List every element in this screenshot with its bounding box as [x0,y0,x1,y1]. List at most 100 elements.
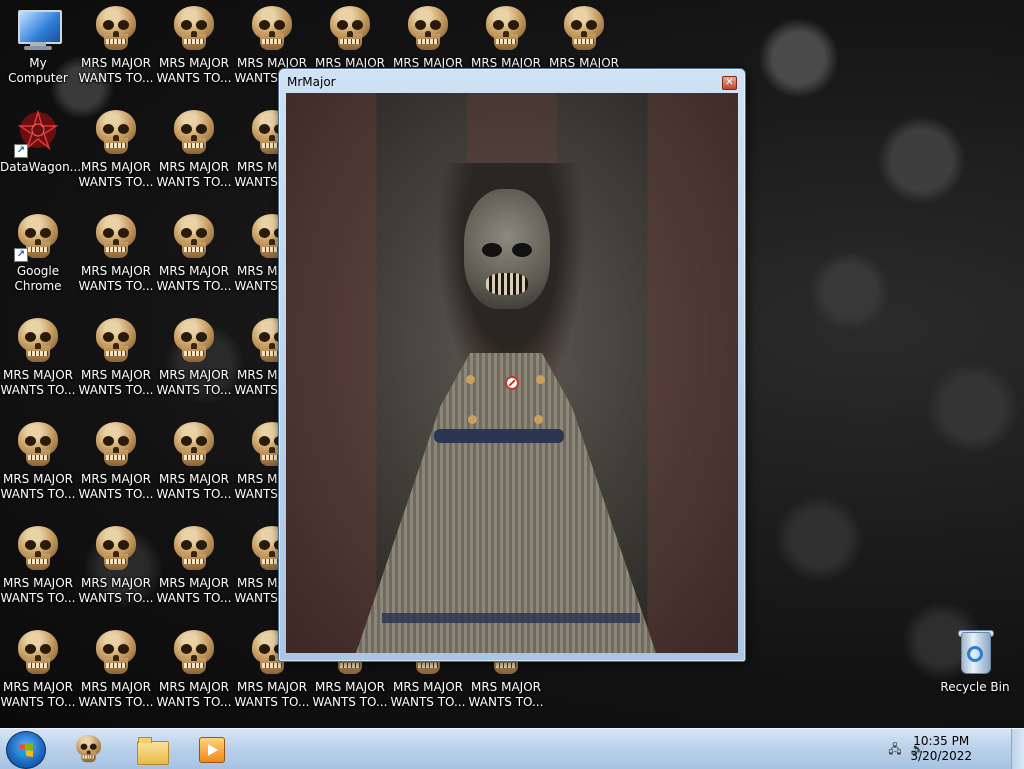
mrs-major-icon[interactable]: MRS MAJOR WANTS TO... [0,312,76,412]
show-desktop-button[interactable] [1011,729,1024,769]
icon-label: Google Chrome [14,264,62,293]
mrs-major-icon[interactable]: MRS MAJOR WANTS TO... [0,416,76,516]
mrs-major-icon[interactable]: MRS MAJOR WANTS TO... [156,624,232,724]
mrs-major-icon[interactable]: MRS MAJOR WANTS TO... [156,520,232,620]
skull-icon [16,318,60,364]
doll-eye [512,243,532,257]
icon-label: MRS MAJOR WANTS TO... [156,368,232,397]
doll-dress [356,353,656,653]
shortcut-arrow-icon: ↗ [14,248,28,262]
skull-icon [562,6,606,52]
skull-icon [172,422,216,468]
icon-label: DataWagon... [0,160,82,174]
no-entry-icon [505,376,519,390]
icon-label: My Computer [8,56,68,85]
skull-icon [172,630,216,676]
skull-icon [94,318,138,364]
icon-label: MRS MAJOR WANTS TO... [78,56,154,85]
icon-label: MRS MAJOR WANTS TO... [156,472,232,501]
taskbar-mrmajor-button[interactable] [62,731,116,767]
windows-logo-icon [19,743,33,757]
doll-eye [482,243,502,257]
mrs-major-icon[interactable]: MRS MAJOR WANTS TO... [78,0,154,100]
icon-label: MRS MAJOR WANTS TO... [156,680,232,709]
icon-label: MRS MAJOR WANTS TO... [312,680,388,709]
icon-label: MRS MAJOR WANTS TO... [234,680,310,709]
skull-icon [94,6,138,52]
skull-icon [172,526,216,572]
mrs-major-icon[interactable]: MRS MAJOR WANTS TO... [78,312,154,412]
skull-icon [94,422,138,468]
icon-label: MRS MAJOR WANTS TO... [78,472,154,501]
window-image [286,93,738,653]
skull-icon [16,630,60,676]
skull-icon [172,318,216,364]
doll-mouth [486,273,528,295]
window-title: MrMajor [287,75,336,89]
system-tray: 🖧 🔊 10:35 PM 3/20/2022 [874,729,1024,769]
mrs-major-icon[interactable]: MRS MAJOR WANTS TO... [156,416,232,516]
clock-date: 3/20/2022 [910,749,972,763]
mrs-major-icon[interactable]: MRS MAJOR WANTS TO... [78,520,154,620]
dress-hem-band [382,613,640,623]
skull-icon [406,6,450,52]
icon-label: Recycle Bin [940,680,1010,694]
dress-button [534,415,543,424]
skull-icon: ↗ [14,214,60,262]
folder-icon [137,735,169,765]
icon-label: MRS MAJOR WANTS TO... [0,680,76,709]
mrs-major-icon[interactable]: MRS MAJOR WANTS TO... [156,0,232,100]
dress-bow [434,429,564,443]
dress-button [468,415,477,424]
dress-button [536,375,545,384]
skull-icon [16,526,60,572]
icon-label: MRS MAJOR WANTS TO... [156,576,232,605]
google-chrome-shortcut[interactable]: ↗ Google Chrome [0,208,76,308]
mrs-major-icon[interactable]: MRS MAJOR WANTS TO... [78,104,154,204]
start-button[interactable] [6,731,46,769]
skull-icon [94,630,138,676]
icon-label: MRS MAJOR WANTS TO... [78,368,154,397]
mrs-major-icon[interactable]: MRS MAJOR WANTS TO... [156,104,232,204]
shortcut-arrow-icon: ↗ [14,144,28,158]
icon-label: MRS MAJOR WANTS TO... [78,264,154,293]
taskbar: 🖧 🔊 10:35 PM 3/20/2022 [0,728,1024,769]
taskbar-explorer-button[interactable] [124,731,178,767]
computer-icon [16,6,62,52]
mrs-major-icon[interactable]: MRS MAJOR WANTS TO... [78,416,154,516]
icon-label: MRS MAJOR WANTS TO... [156,56,232,85]
icon-label: MRS MAJOR WANTS TO... [0,368,76,397]
mrs-major-icon[interactable]: MRS MAJOR WANTS TO... [156,208,232,308]
mrs-major-icon[interactable]: MRS MAJOR WANTS TO... [78,208,154,308]
taskbar-media-player-button[interactable] [184,731,238,767]
close-button[interactable]: ✕ [722,76,737,90]
skull-icon [172,110,216,156]
icon-label: MRS MAJOR WANTS TO... [78,576,154,605]
mrs-major-icon[interactable]: MRS MAJOR WANTS TO... [78,624,154,724]
my-computer-icon[interactable]: My Computer [0,0,76,100]
mrs-major-icon[interactable]: MRS MAJOR WANTS TO... [0,520,76,620]
skull-icon [94,110,138,156]
clock-time: 10:35 PM [913,734,970,748]
skull-icon [172,6,216,52]
icon-label: MRS MAJOR WANTS TO... [156,264,232,293]
desktop[interactable]: My Computer ↗ DataWagon... ↗ Google Chro… [0,0,1024,728]
skull-icon [94,526,138,572]
skull-icon [16,422,60,468]
media-player-icon [197,735,225,763]
clock[interactable]: 10:35 PM 3/20/2022 [910,734,972,764]
mrs-major-icon[interactable]: MRS MAJOR WANTS TO... [0,624,76,724]
skull-icon [484,6,528,52]
recycle-bin-icon[interactable]: Recycle Bin [937,624,1013,724]
icon-label: MRS MAJOR WANTS TO... [156,160,232,189]
icon-label: MRS MAJOR WANTS TO... [78,680,154,709]
mrs-major-icon[interactable]: MRS MAJOR WANTS TO... [156,312,232,412]
trash-icon [953,630,997,676]
mrmajor-window[interactable]: MrMajor ✕ [278,68,746,662]
network-icon[interactable]: 🖧 [888,742,902,756]
dress-button [466,375,475,384]
icon-label: MRS MAJOR WANTS TO... [78,160,154,189]
datawagon-icon: ↗ [14,110,60,158]
skull-icon [250,6,294,52]
datawagon-shortcut[interactable]: ↗ DataWagon... [0,104,82,204]
